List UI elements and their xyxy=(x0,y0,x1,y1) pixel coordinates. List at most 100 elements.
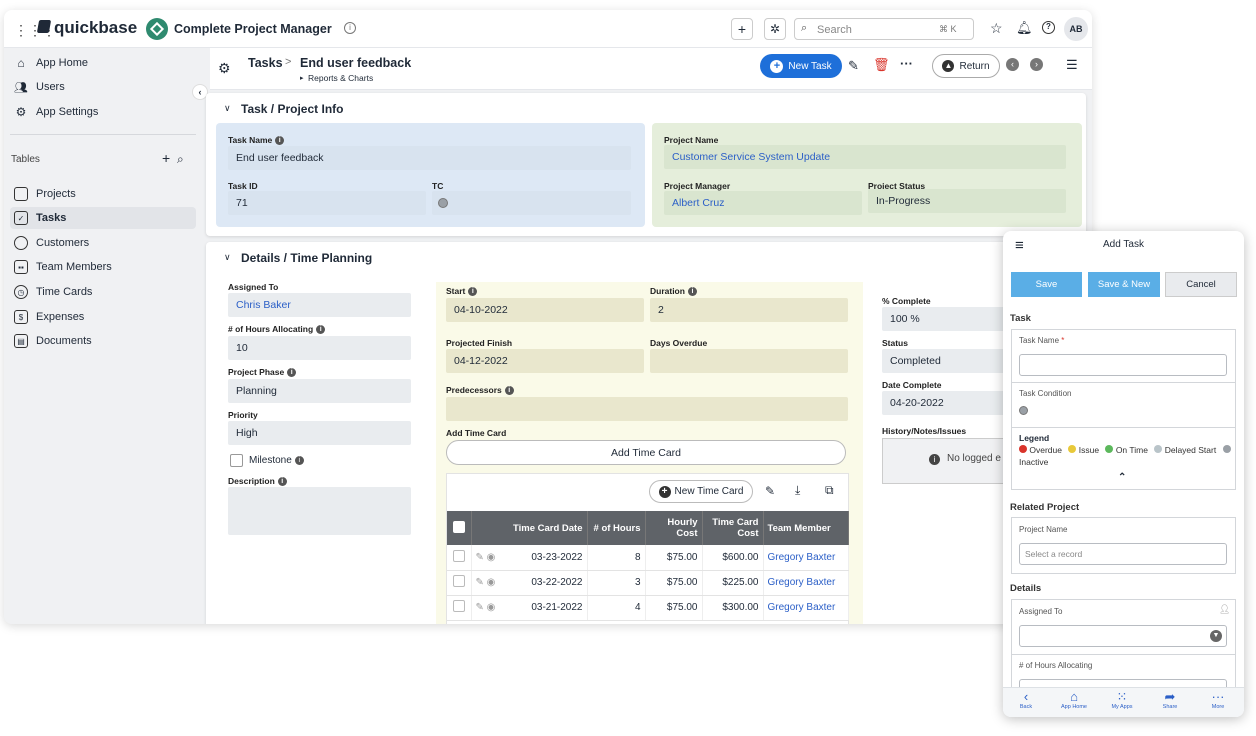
member-link[interactable]: Gregory Baxter xyxy=(763,595,849,621)
app-info-icon[interactable]: i xyxy=(344,22,356,34)
collapse-chevron-icon[interactable]: ∨ xyxy=(224,103,231,114)
help-icon[interactable]: ? xyxy=(1042,21,1055,34)
nav-my-apps[interactable]: ⁙ My Apps xyxy=(1102,690,1142,711)
sidebar-item-team-members[interactable]: ▪▪ Team Members xyxy=(10,256,196,278)
header-team-member[interactable]: Team Member xyxy=(763,511,849,545)
app-title[interactable]: Complete Project Manager xyxy=(174,22,332,36)
edit-pencil-icon[interactable]: ✎ xyxy=(848,58,859,74)
milestone-checkbox[interactable] xyxy=(230,454,243,467)
new-time-card-button[interactable]: + New Time Card xyxy=(649,480,753,503)
priority-field: High xyxy=(228,421,411,445)
reports-charts-link[interactable]: Reports & Charts xyxy=(308,73,373,83)
add-icon[interactable]: + xyxy=(731,18,753,40)
brand-name[interactable]: quickbase xyxy=(54,18,137,38)
more-icon[interactable]: ··· xyxy=(900,56,913,71)
table-row[interactable]: ✎ ◉ 03-21-2022 4 $75.00 $300.00 Gregory B… xyxy=(447,595,849,621)
sidebar-item-documents[interactable]: ▤ Documents xyxy=(10,330,196,352)
sidebar-item-app-home[interactable]: ⌂ App Home xyxy=(10,52,196,74)
header-hourly-cost[interactable]: Hourly Cost xyxy=(645,511,703,545)
row-checkbox-cell[interactable] xyxy=(447,545,472,571)
search-box[interactable]: ⌕ Search ⌘ K xyxy=(794,18,974,40)
overdue-dot-icon xyxy=(1019,445,1027,453)
row-checkbox-cell[interactable] xyxy=(447,595,472,621)
task-condition-indicator[interactable] xyxy=(1019,406,1028,415)
mobile-task-name-input[interactable] xyxy=(1019,354,1227,376)
add-table-icon[interactable]: + xyxy=(162,150,170,166)
table-settings-gear-icon[interactable]: ⚙ xyxy=(218,60,231,77)
select-all-header[interactable] xyxy=(447,511,472,545)
collapse-up-icon[interactable]: ⌃ xyxy=(1118,472,1126,483)
table-row[interactable]: ✎ ◉ 03-23-2022 8 $75.00 $600.00 Gregory B… xyxy=(447,545,849,571)
row-checkbox[interactable] xyxy=(452,600,465,612)
assigned-to-link[interactable]: Chris Baker xyxy=(228,293,411,317)
nav-more[interactable]: ··· More xyxy=(1198,690,1238,711)
task-name-field[interactable]: End user feedback xyxy=(228,146,631,170)
home-icon: ⌂ xyxy=(17,56,25,70)
table-row[interactable]: ✎ ◉ 03-22-2022 3 $75.00 $225.00 Gregory B… xyxy=(447,570,849,596)
avatar[interactable]: AB xyxy=(1064,17,1088,41)
sidebar-item-expenses[interactable]: $ Expenses xyxy=(10,306,196,328)
project-name-link[interactable]: Customer Service System Update xyxy=(664,145,1066,169)
row-edit-view-icons[interactable]: ✎ ◉ xyxy=(476,552,496,563)
home-icon: ⌂ xyxy=(1070,689,1078,704)
sidebar-item-label: Customers xyxy=(36,237,90,249)
project-phase-label: Project Phase i xyxy=(228,367,297,378)
mobile-assigned-to-select[interactable]: ▼ xyxy=(1019,625,1227,647)
search-shortcut: ⌘ K xyxy=(939,24,957,34)
row-edit-view-icons[interactable]: ✎ ◉ xyxy=(476,577,496,588)
trash-icon[interactable]: 🗑︎ xyxy=(873,57,890,73)
next-record-icon[interactable]: › xyxy=(1030,58,1043,71)
header-time-card-cost[interactable]: Time Card Cost xyxy=(702,511,764,545)
search-tables-icon[interactable]: ⌕ xyxy=(177,152,184,167)
previous-record-icon[interactable]: ‹ xyxy=(1006,58,1019,71)
row-checkbox[interactable] xyxy=(452,575,465,587)
sidebar-item-users[interactable]: 👥︎ Users xyxy=(10,76,196,98)
star-icon[interactable]: ☆ xyxy=(990,20,1003,37)
ai-sparkle-icon[interactable]: ✲ xyxy=(764,18,786,40)
person-icon[interactable]: 👤︎ xyxy=(1219,604,1230,615)
days-overdue-label: Days Overdue xyxy=(650,338,708,348)
status-field: Completed xyxy=(882,349,1012,373)
row-checkbox[interactable] xyxy=(452,549,465,562)
sidebar-item-tasks[interactable]: ✓ Tasks xyxy=(10,207,196,229)
mobile-project-select[interactable]: Select a record xyxy=(1019,543,1227,565)
nav-share[interactable]: ➦ Share xyxy=(1150,690,1190,711)
date-cell: ✎ ◉ 03-22-2022 xyxy=(471,570,588,596)
form-settings-sliders-icon[interactable]: ☰ xyxy=(1066,57,1078,73)
member-link[interactable]: Gregory Baxter xyxy=(763,570,849,596)
back-icon: ‹ xyxy=(1023,689,1029,704)
sidebar-item-projects[interactable]: Projects xyxy=(10,183,196,205)
return-button[interactable]: ▲ Return xyxy=(932,54,1000,78)
add-time-card-button[interactable]: Add Time Card xyxy=(446,440,846,465)
row-checkbox-cell[interactable] xyxy=(447,570,472,596)
sidebar-item-app-settings[interactable]: ⚙ App Settings xyxy=(10,101,196,123)
sidebar-item-time-cards[interactable]: ◷ Time Cards xyxy=(10,281,196,303)
sidebar-item-label: Users xyxy=(36,81,65,93)
download-icon[interactable]: ⤓ xyxy=(795,483,800,498)
sidebar-item-label: Tasks xyxy=(36,212,67,224)
mobile-save-new-button[interactable]: Save & New xyxy=(1088,272,1160,297)
bell-icon[interactable]: 🔔︎ xyxy=(1016,20,1033,36)
mobile-save-button[interactable]: Save xyxy=(1011,272,1082,297)
edit-report-icon[interactable]: ✎ xyxy=(765,484,775,498)
sidebar-item-customers[interactable]: Customers xyxy=(10,232,196,254)
row-edit-view-icons[interactable]: ✎ ◉ xyxy=(476,602,496,613)
open-external-icon[interactable]: ⧉ xyxy=(825,483,834,498)
mobile-add-task-panel: ≡ Add Task Save Save & New Cancel Task T… xyxy=(1003,231,1244,717)
member-link[interactable]: Gregory Baxter xyxy=(763,545,849,571)
start-label: Start i xyxy=(446,286,478,297)
project-manager-link[interactable]: Albert Cruz xyxy=(664,191,862,215)
table-icon xyxy=(14,187,28,201)
header-time-card-date[interactable]: Time Card Date xyxy=(471,511,588,545)
breadcrumb-table[interactable]: Tasks xyxy=(248,56,283,70)
select-all-checkbox[interactable] xyxy=(452,520,465,533)
new-task-button[interactable]: + New Task xyxy=(760,54,842,78)
nav-back[interactable]: ‹ Back xyxy=(1006,689,1046,711)
cost-cell: $225.00 xyxy=(702,570,764,596)
search-input[interactable]: Search xyxy=(817,24,852,36)
header-hours[interactable]: # of Hours xyxy=(587,511,646,545)
legend-list: Overdue Issue On Time Delayed Start Inac… xyxy=(1019,444,1234,468)
nav-app-home[interactable]: ⌂ App Home xyxy=(1054,689,1094,711)
collapse-chevron-icon[interactable]: ∨ xyxy=(224,252,231,263)
mobile-cancel-button[interactable]: Cancel xyxy=(1165,272,1237,297)
